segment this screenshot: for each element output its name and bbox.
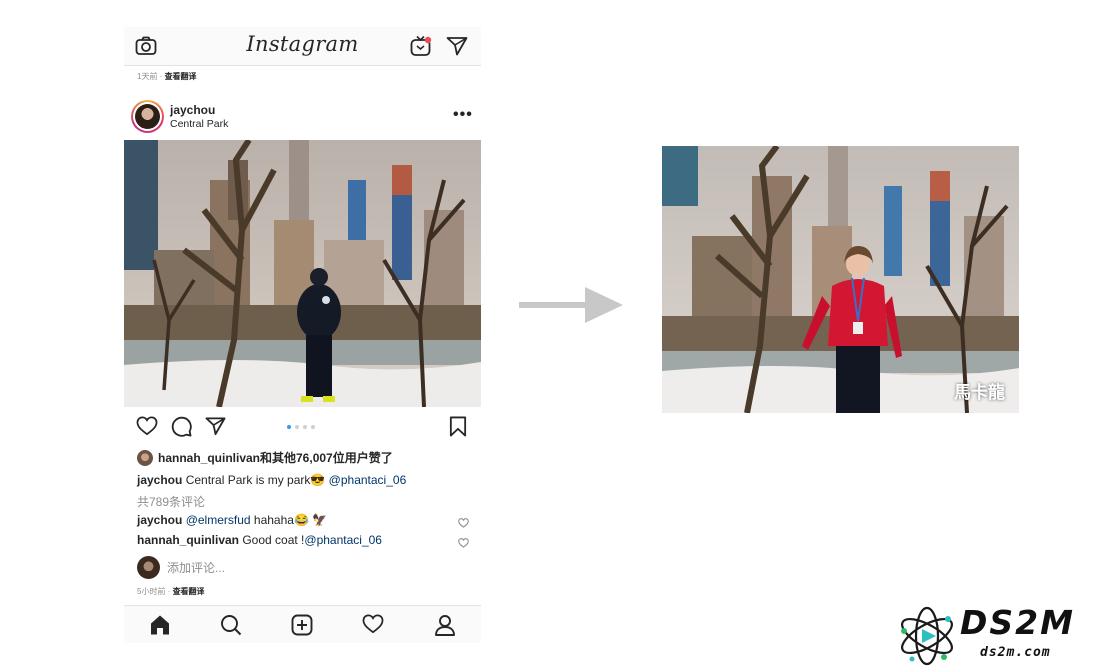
comment-username[interactable]: hannah_quinlivan: [137, 533, 239, 547]
comment-bubble-icon[interactable]: [171, 416, 192, 442]
caption-mention-link[interactable]: @phantaci_06: [329, 473, 407, 487]
post-location[interactable]: Central Park: [170, 118, 228, 130]
like-heart-icon[interactable]: [136, 416, 158, 441]
activity-heart-icon[interactable]: [362, 614, 384, 639]
caption-username[interactable]: jaychou: [137, 473, 182, 487]
share-paper-plane-icon[interactable]: [205, 416, 226, 441]
liker-avatar: [137, 449, 153, 466]
post-author-username[interactable]: jaychou: [170, 103, 215, 117]
igtv-icon[interactable]: [410, 35, 432, 62]
comment-text: Good coat !: [239, 533, 305, 547]
post-meta: 5小时前 · 查看翻译: [137, 586, 205, 597]
comparison-photo: 馬卡龍: [662, 146, 1019, 413]
current-user-avatar: [137, 556, 160, 579]
comment-username[interactable]: jaychou: [137, 513, 182, 527]
carousel-dot-active: [287, 425, 291, 429]
post-photo[interactable]: [124, 140, 481, 407]
bottom-navigation: [124, 605, 481, 643]
previous-post-meta: 1天前 · 查看翻译: [137, 71, 197, 82]
site-logo: DS2M ds2m.com: [896, 603, 1111, 669]
home-icon[interactable]: [149, 614, 171, 641]
instagram-phone-screen: Instagram 1天前 · 查看翻译 jaychou Central Par…: [124, 27, 481, 643]
separator: ·: [157, 72, 165, 81]
profile-icon[interactable]: [434, 614, 456, 641]
see-translation-link[interactable]: 查看翻译: [173, 587, 205, 596]
comment-mention-link[interactable]: @phantaci_06: [304, 533, 382, 547]
add-post-icon[interactable]: [291, 614, 313, 641]
carousel-dot: [295, 425, 299, 429]
site-url: ds2m.com: [980, 645, 1051, 660]
carousel-dot: [311, 425, 315, 429]
post-header: jaychou Central Park •••: [124, 97, 481, 137]
separator: ·: [165, 587, 173, 596]
post-time: 5小时前: [137, 587, 166, 596]
post-caption: jaychou Central Park is my park😎 @phanta…: [137, 473, 406, 487]
view-all-comments-link[interactable]: 共789条评论: [137, 493, 205, 510]
comment-text: hahaha😂 🦅: [250, 513, 328, 527]
likes-summary[interactable]: hannah_quinlivan和其他76,007位用户赞了: [137, 449, 393, 466]
add-comment-row: [137, 556, 347, 579]
search-icon[interactable]: [220, 614, 242, 641]
add-comment-input[interactable]: [167, 560, 347, 575]
previous-post-time: 1天前: [137, 72, 158, 81]
post-action-bar: [124, 416, 481, 442]
likes-text: hannah_quinlivan和其他76,007位用户赞了: [158, 451, 393, 465]
comment-like-heart-icon[interactable]: [458, 515, 469, 533]
arrow-right-icon: [519, 287, 624, 328]
caption-text: Central Park is my park😎: [182, 473, 329, 487]
post-author-avatar[interactable]: [131, 100, 164, 133]
carousel-indicator: [287, 425, 315, 429]
comment-mention-link[interactable]: @elmersfud: [182, 513, 251, 527]
carousel-dot: [303, 425, 307, 429]
direct-message-icon[interactable]: [446, 36, 468, 61]
more-options-icon[interactable]: •••: [453, 106, 473, 124]
atom-logo-icon: [896, 605, 958, 671]
see-translation-link[interactable]: 查看翻译: [165, 72, 197, 81]
site-brand-name: DS2M: [960, 603, 1075, 642]
comment-like-heart-icon[interactable]: [458, 535, 469, 553]
video-watermark: 馬卡龍: [954, 383, 1005, 403]
comment-row: jaychou @elmersfud hahaha😂 🦅: [137, 513, 327, 527]
comment-row: hannah_quinlivan Good coat !@phantaci_06: [137, 533, 382, 547]
top-bar: Instagram: [124, 27, 481, 66]
bookmark-icon[interactable]: [449, 416, 467, 442]
